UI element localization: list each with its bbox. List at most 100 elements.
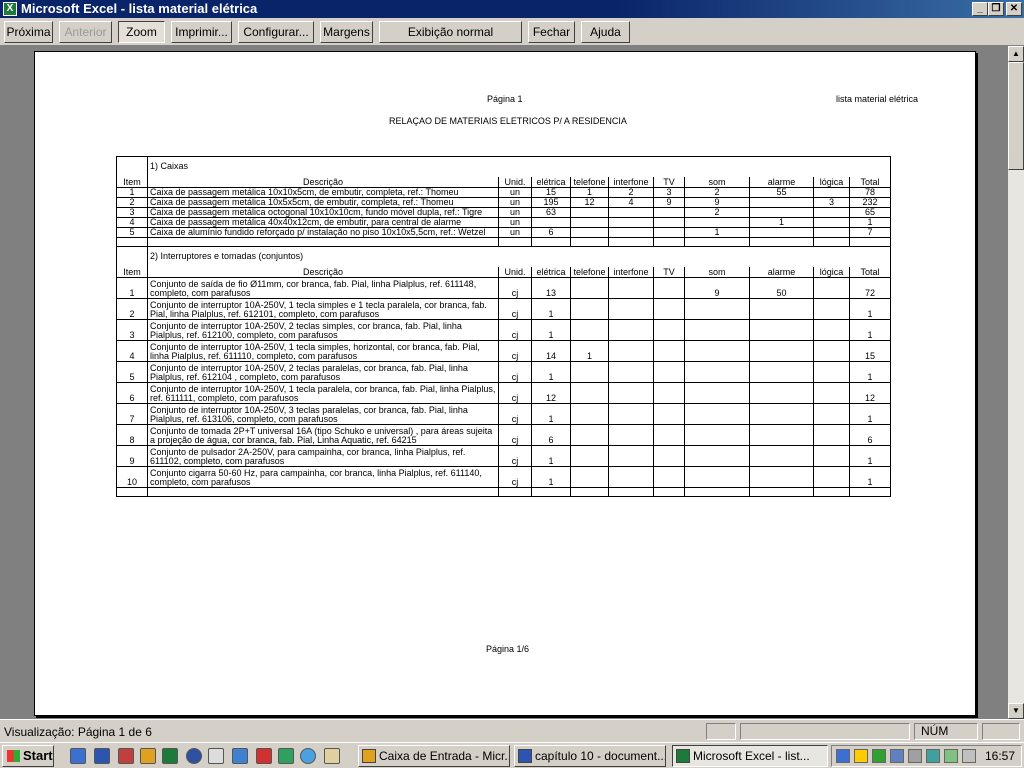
cell-unid: un <box>498 207 532 218</box>
spacer-cell <box>653 237 685 247</box>
column-header: Total <box>849 176 891 188</box>
cell-eletrica: 14 <box>531 340 571 362</box>
status-pane <box>982 723 1020 740</box>
spacer-cell <box>849 237 891 247</box>
spacer-cell <box>498 237 532 247</box>
cell-logica <box>813 445 850 467</box>
cell-interfone <box>608 361 654 383</box>
start-label: Start <box>23 748 53 763</box>
zoom-button[interactable]: Zoom <box>118 21 165 43</box>
scroll-thumb[interactable] <box>1008 62 1024 170</box>
cell-som <box>684 403 750 425</box>
cell-total: 1 <box>849 445 891 467</box>
tray-icon[interactable] <box>872 749 886 763</box>
browser-quicklaunch-icon[interactable] <box>232 748 248 764</box>
next-page-button[interactable]: Próxima <box>4 21 53 43</box>
tray-icon[interactable] <box>854 749 868 763</box>
print-button[interactable]: Imprimir... <box>171 21 232 43</box>
cell-unid: cj <box>498 277 532 299</box>
minimize-button[interactable]: _ <box>972 2 988 16</box>
cell-unid: cj <box>498 298 532 320</box>
normal-view-button[interactable]: Exibição normal <box>379 21 522 43</box>
cell-unid: cj <box>498 319 532 341</box>
column-header: interfone <box>608 176 654 188</box>
table-row: 10 Conjunto cigarra 50-60 Hz, para campai… <box>116 466 891 488</box>
cell-item: 5 <box>116 227 148 238</box>
cell-interfone <box>608 466 654 488</box>
column-header: alarme <box>749 176 814 188</box>
cell-unid: cj <box>498 466 532 488</box>
cell-total: 1 <box>849 466 891 488</box>
cell-logica <box>813 207 850 218</box>
tray-icon[interactable] <box>890 749 904 763</box>
column-header: Item <box>116 266 148 278</box>
spacer-cell <box>570 237 609 247</box>
cell-interfone <box>608 217 654 228</box>
help-button[interactable]: Ajuda <box>581 21 630 43</box>
cell-interfone <box>608 340 654 362</box>
column-header: som <box>684 176 750 188</box>
table-row: 7 Conjunto de interruptor 10A-250V, 3 tec… <box>116 403 891 425</box>
cell-tv <box>653 340 685 362</box>
cell-total: 78 <box>849 187 891 198</box>
cell-item: 6 <box>116 382 148 404</box>
task-outlook[interactable]: Caixa de Entrada - Micr... <box>358 745 510 767</box>
previous-page-button[interactable]: Anterior <box>59 21 112 43</box>
tray-icon[interactable] <box>908 749 922 763</box>
cell-unid: un <box>498 217 532 228</box>
ie-quicklaunch-icon[interactable] <box>70 748 86 764</box>
column-header: Unid. <box>498 176 532 188</box>
cell-telefone <box>570 319 609 341</box>
excel-icon[interactable]: X <box>3 2 17 16</box>
column-header: telefone <box>570 176 609 188</box>
column-header: TV <box>653 176 685 188</box>
column-header: lógica <box>813 176 850 188</box>
volume-icon[interactable] <box>962 749 976 763</box>
cell-alarme <box>749 445 814 467</box>
cell-telefone: 1 <box>570 340 609 362</box>
restore-button[interactable]: ❐ <box>988 2 1004 16</box>
table-row: 2 Conjunto de interruptor 10A-250V, 1 tec… <box>116 298 891 320</box>
vertical-scrollbar[interactable]: ▲ ▼ <box>1008 46 1024 719</box>
margins-button[interactable]: Margens <box>320 21 373 43</box>
table-row: 8 Conjunto de tomada 2P+T universal 16A (… <box>116 424 891 446</box>
cell-som: 1 <box>684 227 750 238</box>
cell-tv <box>653 445 685 467</box>
skype-quicklaunch-icon[interactable] <box>300 748 316 764</box>
cell-logica <box>813 466 850 488</box>
description-cell: Conjunto de saída de fio Ø11mm, cor bran… <box>147 277 499 299</box>
cell-alarme <box>749 382 814 404</box>
word-quicklaunch-icon[interactable] <box>94 748 110 764</box>
scroll-up-icon[interactable]: ▲ <box>1008 46 1024 62</box>
column-header: TV <box>653 266 685 278</box>
task-label: capítulo 10 - document... <box>535 749 666 763</box>
description-cell: Caixa de passagem metálica 10x5x5cm, de … <box>147 197 499 208</box>
cell-interfone <box>608 227 654 238</box>
cell-alarme <box>749 403 814 425</box>
close-preview-button[interactable]: Fechar <box>528 21 575 43</box>
powerpoint-quicklaunch-icon[interactable] <box>118 748 134 764</box>
cell-tv <box>653 424 685 446</box>
notepad-quicklaunch-icon[interactable] <box>324 748 340 764</box>
cell-unid: cj <box>498 340 532 362</box>
setup-button[interactable]: Configurar... <box>238 21 314 43</box>
cell-telefone <box>570 466 609 488</box>
app-quicklaunch-icon[interactable] <box>278 748 294 764</box>
media-player-quicklaunch-icon[interactable] <box>186 748 202 764</box>
scroll-down-icon[interactable]: ▼ <box>1008 703 1024 719</box>
cell-alarme <box>749 361 814 383</box>
calculator-quicklaunch-icon[interactable] <box>208 748 224 764</box>
acrobat-quicklaunch-icon[interactable] <box>256 748 272 764</box>
cell-alarme: 50 <box>749 277 814 299</box>
network-icon[interactable] <box>944 749 958 763</box>
description-cell: Conjunto de tomada 2P+T universal 16A (t… <box>147 424 499 446</box>
task-excel[interactable]: Microsoft Excel - list... <box>672 745 828 767</box>
excel-quicklaunch-icon[interactable] <box>162 748 178 764</box>
cell-alarme: 55 <box>749 187 814 198</box>
task-word[interactable]: capítulo 10 - document... <box>514 745 666 767</box>
outlook-quicklaunch-icon[interactable] <box>140 748 156 764</box>
start-button[interactable]: Start <box>2 745 54 767</box>
tray-icon[interactable] <box>836 749 850 763</box>
tray-icon[interactable] <box>926 749 940 763</box>
close-button[interactable]: ✕ <box>1006 2 1022 16</box>
